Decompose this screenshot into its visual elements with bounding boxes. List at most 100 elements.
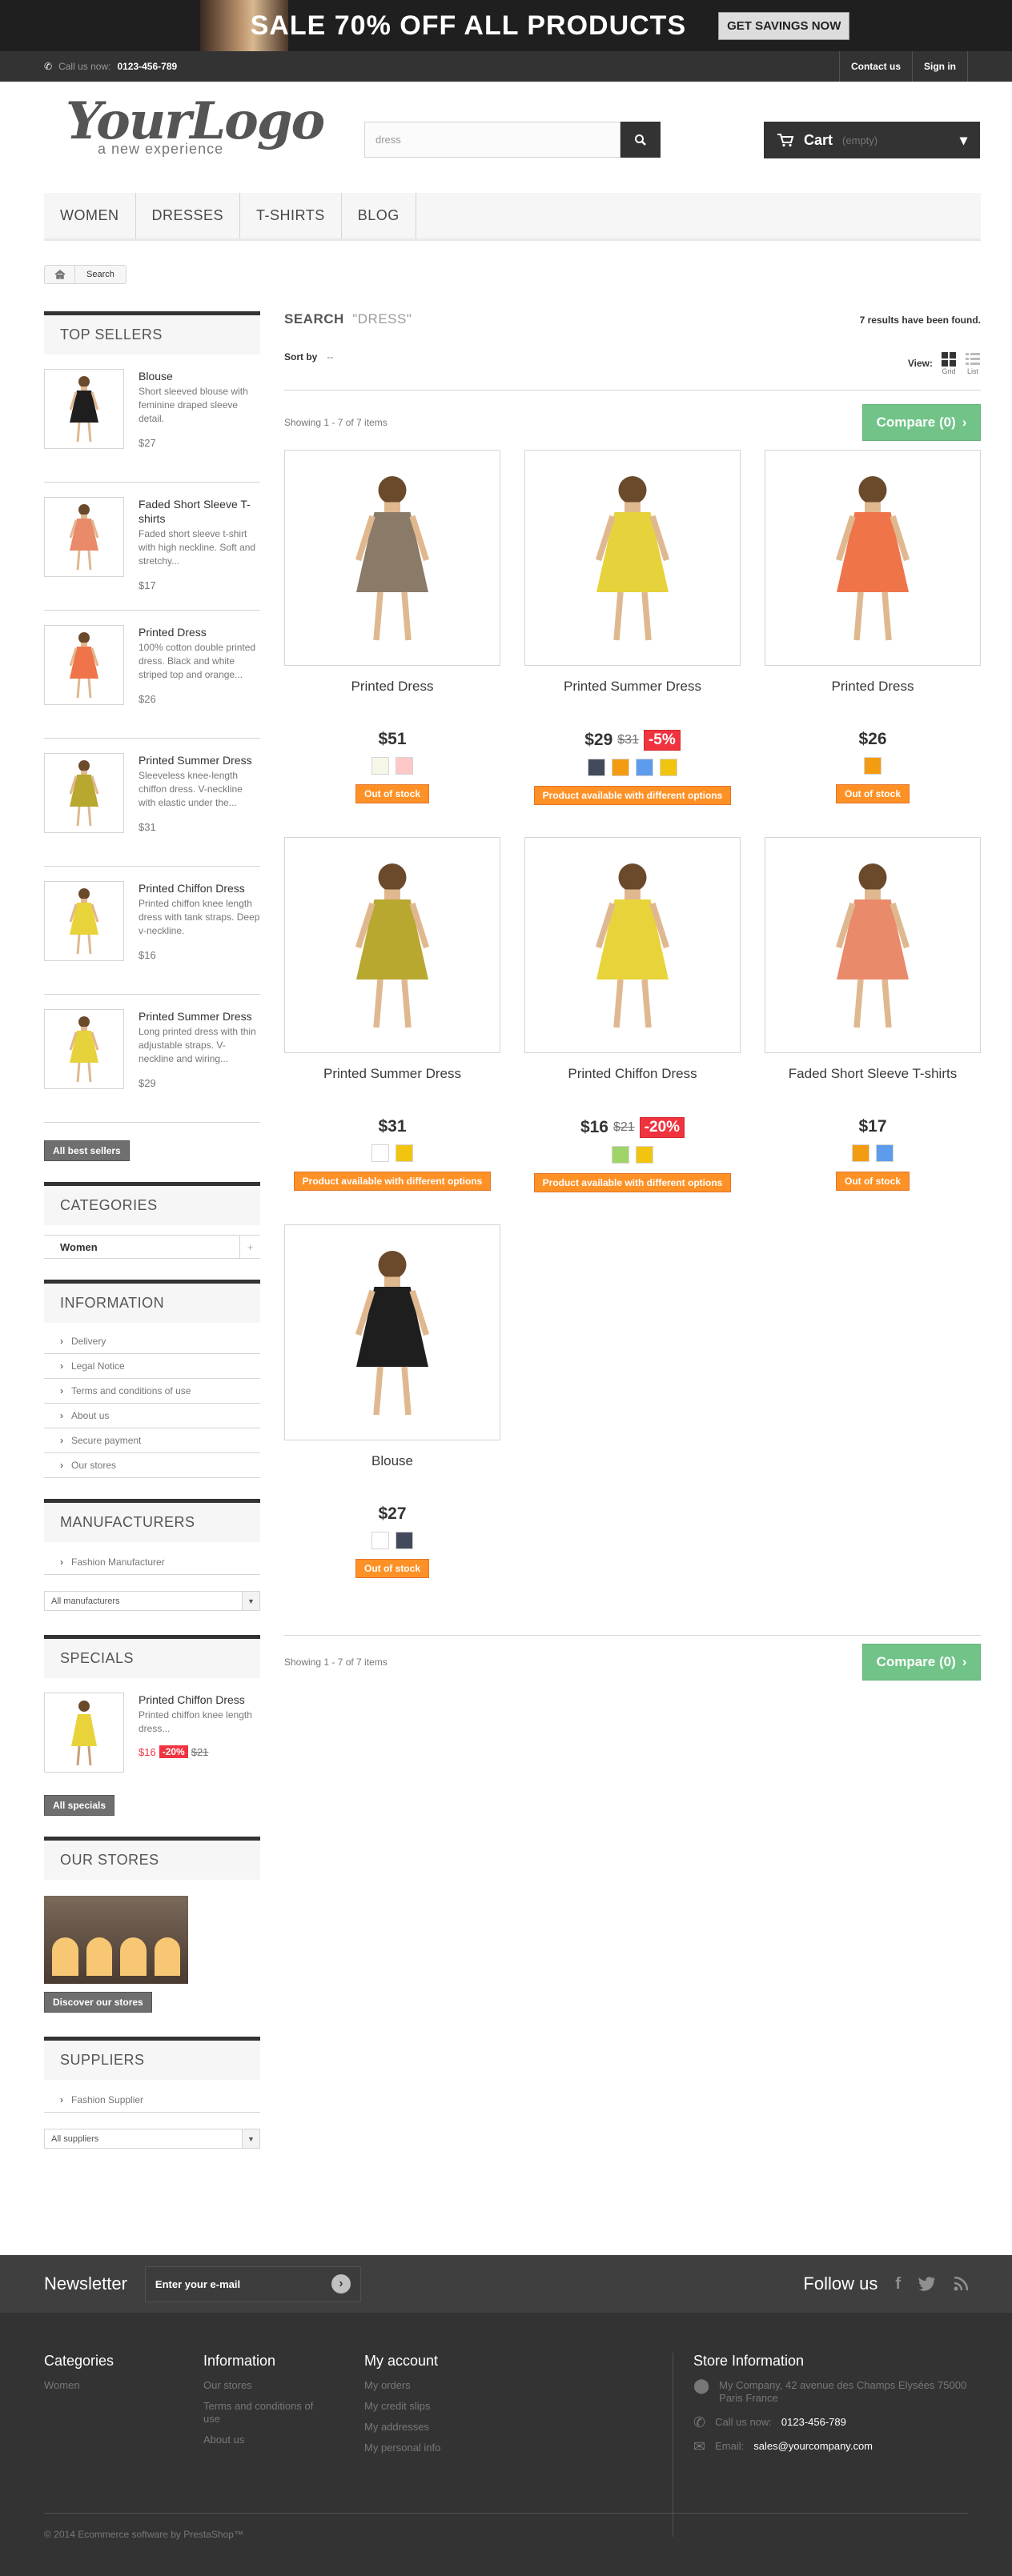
special-product[interactable]: Printed Chiffon Dress Printed chiffon kn… xyxy=(44,1678,260,1787)
site-logo[interactable]: YourLogo a new experience xyxy=(66,96,325,158)
information-link[interactable]: Terms and conditions of use xyxy=(44,1379,260,1404)
facebook-icon[interactable]: f xyxy=(895,2275,901,2294)
top-seller-image[interactable] xyxy=(44,881,124,961)
information-link[interactable]: Legal Notice xyxy=(44,1354,260,1379)
discover-stores-button[interactable]: Discover our stores xyxy=(44,1992,152,2013)
get-savings-button[interactable]: GET SAVINGS NOW xyxy=(718,11,850,40)
footer-link[interactable]: Terms and conditions of use xyxy=(203,2400,331,2426)
color-swatch[interactable] xyxy=(371,1144,389,1162)
color-swatch[interactable] xyxy=(371,757,389,775)
contact-us-link[interactable]: Contact us xyxy=(838,51,912,82)
top-seller-image[interactable] xyxy=(44,753,124,833)
menu-item-dresses[interactable]: DRESSES xyxy=(136,193,241,238)
information-link[interactable]: About us xyxy=(44,1404,260,1428)
footer-link[interactable]: Our stores xyxy=(203,2379,331,2392)
top-seller-item[interactable]: Faded Short Sleeve T-shirts Faded short s… xyxy=(44,483,260,611)
product-image[interactable] xyxy=(524,450,741,666)
top-seller-item[interactable]: Printed Summer Dress Sleeveless knee-leng… xyxy=(44,739,260,867)
store-email-link[interactable]: sales@yourcompany.com xyxy=(753,2440,873,2453)
menu-item-tshirts[interactable]: T-SHIRTS xyxy=(240,193,342,238)
footer-categories-title[interactable]: Categories xyxy=(44,2353,114,2370)
footer-link[interactable]: My orders xyxy=(364,2379,440,2392)
product-name[interactable]: Printed Summer Dress xyxy=(524,679,741,719)
product-card[interactable]: Printed Dress $51 Out of stock xyxy=(284,450,500,805)
footer-account-title[interactable]: My account xyxy=(364,2353,440,2370)
product-image[interactable] xyxy=(284,450,500,666)
product-image[interactable] xyxy=(765,450,981,666)
manufacturers-title[interactable]: MANUFACTURERS xyxy=(44,1499,260,1542)
top-seller-item[interactable]: Printed Dress 100% cotton double printed … xyxy=(44,611,260,739)
home-icon[interactable] xyxy=(45,266,75,283)
information-link[interactable]: Delivery xyxy=(44,1329,260,1354)
color-swatch[interactable] xyxy=(876,1144,894,1162)
store-image[interactable] xyxy=(44,1896,188,1984)
top-seller-name[interactable]: Printed Dress xyxy=(139,625,260,639)
top-sellers-title[interactable]: TOP SELLERS xyxy=(44,311,260,355)
newsletter-submit-icon[interactable]: › xyxy=(331,2274,351,2294)
color-swatch[interactable] xyxy=(588,759,605,776)
sort-by[interactable]: Sort by -- xyxy=(284,351,333,375)
product-card[interactable]: Faded Short Sleeve T-shirts $17 Out of sto… xyxy=(765,837,981,1192)
product-card[interactable]: Printed Dress $26 Out of stock xyxy=(765,450,981,805)
promo-banner[interactable]: SALE 70% OFF ALL PRODUCTS GET SAVINGS NO… xyxy=(0,0,1012,51)
supplier-item[interactable]: Fashion Supplier xyxy=(44,2088,260,2113)
rss-icon[interactable] xyxy=(954,2277,968,2291)
color-swatch[interactable] xyxy=(636,1146,653,1164)
special-product-name[interactable]: Printed Chiffon Dress xyxy=(139,1693,260,1707)
top-seller-image[interactable] xyxy=(44,497,124,577)
grid-view-toggle[interactable]: Grid xyxy=(941,351,957,375)
product-name[interactable]: Printed Summer Dress xyxy=(284,1066,500,1106)
compare-button[interactable]: Compare (0) › xyxy=(862,404,981,441)
footer-link[interactable]: Women xyxy=(44,2379,114,2392)
color-swatch[interactable] xyxy=(612,759,629,776)
footer-link[interactable]: About us xyxy=(203,2434,331,2446)
color-swatch[interactable] xyxy=(636,759,653,776)
twitter-icon[interactable] xyxy=(918,2277,936,2291)
product-name[interactable]: Printed Chiffon Dress xyxy=(524,1066,741,1106)
product-image[interactable] xyxy=(284,837,500,1053)
menu-item-blog[interactable]: BLOG xyxy=(342,193,416,238)
product-name[interactable]: Printed Dress xyxy=(765,679,981,719)
product-name[interactable]: Blouse xyxy=(284,1453,500,1493)
color-swatch[interactable] xyxy=(852,1144,869,1162)
top-seller-item[interactable]: Blouse Short sleeved blouse with feminine… xyxy=(44,355,260,483)
product-image[interactable] xyxy=(284,1224,500,1440)
product-image[interactable] xyxy=(765,837,981,1053)
top-seller-name[interactable]: Faded Short Sleeve T-shirts xyxy=(139,497,260,526)
top-seller-name[interactable]: Printed Chiffon Dress xyxy=(139,881,260,895)
top-seller-item[interactable]: Printed Summer Dress Long printed dress w… xyxy=(44,995,260,1123)
color-swatch[interactable] xyxy=(612,1146,629,1164)
color-swatch[interactable] xyxy=(864,757,881,775)
top-seller-image[interactable] xyxy=(44,369,124,449)
list-view-toggle[interactable]: List xyxy=(965,351,981,375)
search-button[interactable] xyxy=(620,122,661,158)
product-name[interactable]: Printed Dress xyxy=(284,679,500,719)
top-seller-name[interactable]: Blouse xyxy=(139,369,260,383)
manufacturer-item[interactable]: Fashion Manufacturer xyxy=(44,1550,260,1575)
category-item-women[interactable]: Women + xyxy=(44,1235,260,1259)
footer-link[interactable]: My addresses xyxy=(364,2421,440,2434)
color-swatch[interactable] xyxy=(396,1144,413,1162)
product-name[interactable]: Faded Short Sleeve T-shirts xyxy=(765,1066,981,1106)
all-best-sellers-button[interactable]: All best sellers xyxy=(44,1140,130,1161)
color-swatch[interactable] xyxy=(660,759,677,776)
top-seller-name[interactable]: Printed Summer Dress xyxy=(139,753,260,767)
information-link[interactable]: Our stores xyxy=(44,1453,260,1478)
top-seller-name[interactable]: Printed Summer Dress xyxy=(139,1009,260,1024)
information-link[interactable]: Secure payment xyxy=(44,1428,260,1453)
menu-item-women[interactable]: WOMEN xyxy=(44,193,136,238)
product-card[interactable]: Printed Chiffon Dress $16 $21 -20% Product a… xyxy=(524,837,741,1192)
product-card[interactable]: Printed Summer Dress $31 Product available… xyxy=(284,837,500,1192)
top-seller-item[interactable]: Printed Chiffon Dress Printed chiffon kne… xyxy=(44,867,260,995)
newsletter-input[interactable]: Enter your e-mail › xyxy=(144,2266,361,2302)
color-swatch[interactable] xyxy=(396,1532,413,1549)
manufacturers-select[interactable]: All manufacturers ▼ xyxy=(44,1591,260,1611)
sort-select[interactable]: -- xyxy=(327,351,333,363)
product-image[interactable] xyxy=(524,837,741,1053)
our-stores-title[interactable]: OUR STORES xyxy=(44,1837,260,1880)
color-swatch[interactable] xyxy=(396,757,413,775)
compare-button-bottom[interactable]: Compare (0) › xyxy=(862,1644,981,1681)
all-specials-button[interactable]: All specials xyxy=(44,1795,115,1816)
top-seller-image[interactable] xyxy=(44,625,124,705)
special-product-image[interactable] xyxy=(44,1693,124,1773)
